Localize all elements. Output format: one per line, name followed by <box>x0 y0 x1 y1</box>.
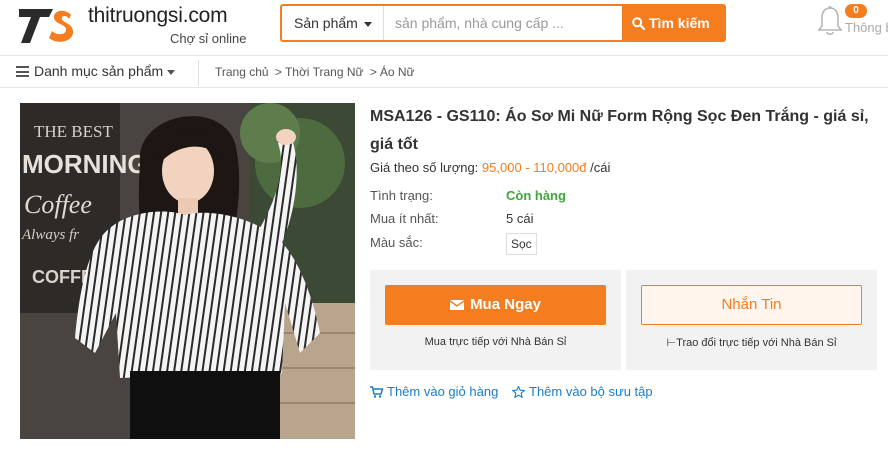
message-note: ⊢Trao đổi trực tiếp với Nhà Bán Sỉ <box>626 336 877 349</box>
sub-navigation: Danh mục sản phẩm Trang chủ > Thời Trang … <box>0 57 888 88</box>
sign-text-2: MORNING <box>22 149 148 179</box>
breadcrumb-category[interactable]: Thời Trang Nữ <box>285 65 364 79</box>
add-to-cart-link[interactable]: Thêm vào giỏ hàng <box>370 384 498 399</box>
price-range: 95,000 - 110,000đ <box>481 160 587 175</box>
bell-icon[interactable] <box>817 5 843 37</box>
breadcrumb: Trang chủ > Thời Trang Nữ > Áo Nữ <box>215 65 415 79</box>
message-note-text: Trao đổi trực tiếp với Nhà Bán Sỉ <box>676 337 837 349</box>
logo-text[interactable]: thitruongsi.com <box>88 4 228 28</box>
min-order-value: 5 cái <box>506 211 534 226</box>
logo-icon[interactable] <box>19 5 81 45</box>
color-label: Màu sắc: <box>370 235 423 250</box>
message-box: Nhắn Tin ⊢Trao đổi trực tiếp với Nhà Bán… <box>626 270 877 370</box>
price-unit: /cái <box>590 160 611 175</box>
divider <box>198 60 199 86</box>
add-to-collection-label: Thêm vào bộ sưu tập <box>529 384 653 399</box>
search-icon <box>632 17 646 31</box>
buy-now-box: Mua Ngay Mua trực tiếp với Nhà Bán Sỉ <box>370 270 621 370</box>
cart-icon <box>370 386 384 398</box>
sign-text-1: THE BEST <box>34 122 113 141</box>
breadcrumb-home[interactable]: Trang chủ <box>215 65 269 79</box>
message-button-label: Nhắn Tin <box>721 296 782 313</box>
envelope-icon <box>449 300 465 310</box>
message-button[interactable]: Nhắn Tin <box>641 285 862 325</box>
category-menu-button[interactable]: Danh mục sản phẩm <box>16 63 176 79</box>
buy-now-label: Mua Ngay <box>470 296 541 313</box>
buy-now-button[interactable]: Mua Ngay <box>385 285 606 325</box>
search-category-select[interactable]: Sản phẩm <box>282 6 384 40</box>
search-button[interactable]: Tìm kiếm <box>622 6 724 40</box>
min-order-label: Mua ít nhất: <box>370 211 439 226</box>
sign-text-3: Coffee <box>24 190 92 219</box>
star-icon <box>511 385 526 399</box>
color-option[interactable]: Sọc <box>506 233 537 255</box>
notification-count-badge: 0 <box>845 4 867 18</box>
product-image[interactable]: THE BEST MORNING Coffee Always fr COFFEE <box>20 103 355 439</box>
status-label: Tình trạng: <box>370 188 433 203</box>
category-menu-label: Danh mục sản phẩm <box>34 63 164 79</box>
add-to-cart-label: Thêm vào giỏ hàng <box>387 384 499 399</box>
menu-icon <box>16 66 29 77</box>
caret-down-icon <box>167 69 176 75</box>
search-input[interactable] <box>385 6 620 40</box>
site-header: thitruongsi.com Chợ sỉ online Sản phẩm T… <box>0 0 888 56</box>
sign-text-4: Always fr <box>21 227 79 243</box>
logo-tagline: Chợ sỉ online <box>170 31 247 46</box>
caret-down-icon <box>363 21 372 27</box>
product-title: MSA126 - GS110: Áo Sơ Mi Nữ Form Rộng Sọ… <box>370 108 869 153</box>
search-category-label: Sản phẩm <box>294 15 358 31</box>
search-bar: Sản phẩm Tìm kiếm <box>280 4 726 42</box>
status-value: Còn hàng <box>506 188 566 203</box>
price-row: Giá theo số lượng: 95,000 - 110,000đ /cá… <box>370 160 610 175</box>
add-to-collection-link[interactable]: Thêm vào bộ sưu tập <box>511 384 653 399</box>
notification-label[interactable]: Thông báo <box>845 20 888 35</box>
buy-now-note: Mua trực tiếp với Nhà Bán Sỉ <box>424 336 567 348</box>
product-photo: THE BEST MORNING Coffee Always fr COFFEE <box>20 103 355 439</box>
message-note-icon: ⊢ <box>666 337 677 349</box>
price-label: Giá theo số lượng: <box>370 160 479 175</box>
search-button-label: Tìm kiếm <box>649 15 710 31</box>
breadcrumb-subcategory[interactable]: Áo Nữ <box>380 65 415 79</box>
